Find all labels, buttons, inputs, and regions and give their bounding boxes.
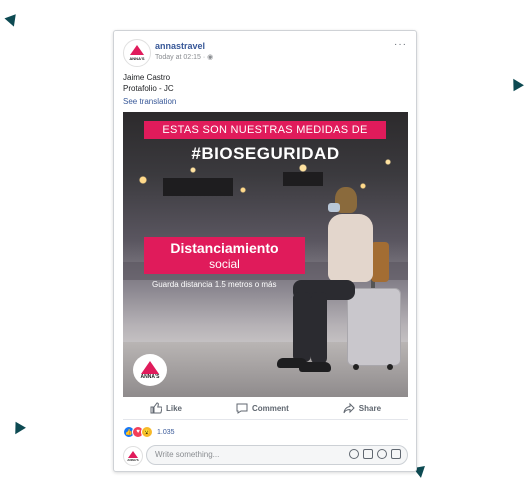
badge-text: ANNA'S — [140, 373, 160, 380]
post-text-line: Protafolio - JC — [123, 84, 174, 93]
image-title-line1: Distanciamiento — [170, 240, 279, 256]
woman-jacket — [328, 214, 373, 282]
like-icon — [150, 402, 162, 414]
woman-shoe — [299, 362, 331, 372]
airport-sign — [163, 178, 233, 196]
globe-icon: ◉ — [207, 54, 214, 61]
reaction-count: 1.035 — [157, 428, 175, 436]
share-button[interactable]: Share — [343, 402, 381, 414]
brand-badge: ANNA'S — [133, 354, 167, 386]
facebook-post-card: ANNA'S annastravel Today at 02:15 · ◉ ··… — [113, 30, 417, 472]
comment-composer: ANNA'S Write something... — [123, 445, 408, 466]
image-banner-top: ESTAS SON NUESTRAS MEDIDAS DE — [144, 121, 386, 139]
decor-triangle-icon — [508, 75, 524, 92]
backpack — [371, 242, 389, 282]
commenter-avatar: ANNA'S — [123, 446, 143, 466]
post-image[interactable]: ESTAS SON NUESTRAS MEDIDAS DE #BIOSEGURI… — [123, 112, 408, 397]
comment-input[interactable]: Write something... — [146, 445, 408, 465]
share-icon — [343, 402, 355, 414]
emoji-icon[interactable] — [349, 449, 359, 459]
post-header: ANNA'S annastravel Today at 02:15 · ◉ ··… — [123, 39, 407, 69]
post-text: Jaime Castro Protafolio - JC — [123, 72, 174, 94]
decor-triangle-icon — [4, 14, 20, 29]
image-subtitle: Guarda distancia 1.5 metros o más — [152, 280, 277, 289]
suitcase-wheel — [387, 364, 393, 370]
logo-triangle-icon — [130, 45, 144, 55]
suitcase — [347, 288, 401, 366]
image-hashtag: #BIOSEGURIDAD — [191, 144, 340, 163]
wow-reaction-icon: 😮 — [141, 426, 153, 438]
post-timestamp[interactable]: Today at 02:15 · ◉ — [155, 53, 213, 61]
see-translation-link[interactable]: See translation — [123, 97, 176, 106]
reactions-summary[interactable]: 👍 ♥ 😮 1.035 — [123, 426, 175, 438]
camera-icon[interactable] — [363, 449, 373, 459]
logo-triangle-icon — [128, 450, 138, 458]
post-actions-bar: Like Comment Share — [123, 397, 408, 420]
comment-tools — [349, 449, 401, 459]
sticker-icon[interactable] — [391, 449, 401, 459]
post-text-line: Jaime Castro — [123, 73, 171, 82]
image-title-line2: social — [209, 257, 240, 271]
logo-triangle-icon — [141, 360, 159, 374]
woman-shin — [293, 292, 311, 362]
page-name-link[interactable]: annastravel — [155, 41, 205, 51]
logo-text: ANNA'S — [127, 457, 139, 462]
like-button[interactable]: Like — [150, 402, 182, 414]
airport-sign — [283, 172, 323, 186]
logo-text: ANNA'S — [129, 56, 145, 61]
comment-label: Comment — [251, 403, 289, 413]
decor-triangle-icon — [10, 421, 26, 438]
more-options-button[interactable]: ··· — [394, 39, 407, 50]
comment-icon — [236, 403, 248, 414]
gif-icon[interactable] — [377, 449, 387, 459]
face-mask — [328, 203, 340, 212]
woman-shin — [311, 292, 327, 364]
comment-button[interactable]: Comment — [236, 402, 289, 414]
suitcase-wheel — [353, 364, 359, 370]
page-avatar[interactable]: ANNA'S — [123, 39, 151, 67]
like-label: Like — [165, 403, 182, 413]
comment-placeholder: Write something... — [155, 450, 220, 459]
image-title-banner: Distanciamiento social — [144, 237, 305, 274]
share-label: Share — [358, 403, 382, 413]
